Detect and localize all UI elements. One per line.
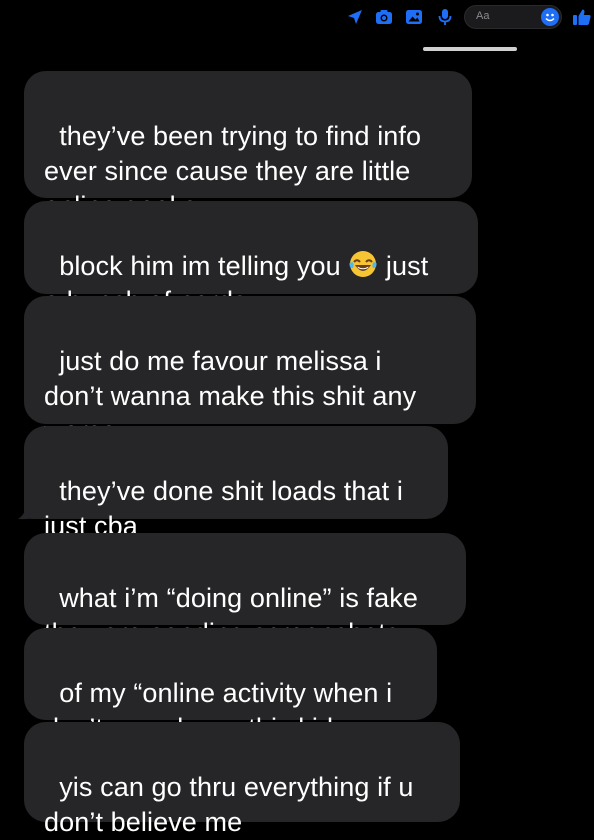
composer-toolbar: Aa: [0, 4, 594, 30]
emoji-icon[interactable]: [541, 8, 559, 26]
home-indicator: [423, 47, 517, 51]
bubble-tail: [18, 494, 42, 520]
message-bubble: they’ve been trying to find info ever si…: [24, 71, 472, 221]
message-input-placeholder: Aa: [476, 10, 490, 22]
message-bubble: yis can go thru everything if u don’t be…: [24, 722, 460, 837]
location-arrow-icon[interactable]: [345, 7, 365, 27]
microphone-icon[interactable]: [435, 7, 455, 27]
message-bubble: block him im telling you just a bunch of…: [24, 201, 478, 316]
message-text: they’ve done shit loads that i just cba: [44, 476, 403, 541]
message-text: block him im telling you: [59, 251, 349, 281]
message-text: yis can go thru everything if u don’t be…: [44, 772, 414, 837]
message-input[interactable]: Aa: [464, 5, 562, 29]
face-with-tears-of-joy-icon: [348, 249, 378, 279]
message-bubble: just do me favour melissa i don’t wanna …: [24, 296, 476, 446]
message-bubble: of my “online activity when i don’t even…: [24, 628, 437, 743]
camera-icon[interactable]: [374, 7, 394, 27]
photo-icon[interactable]: [404, 7, 424, 27]
message-bubble: what i’m “doing online” is fake they are…: [24, 533, 466, 648]
thumbs-up-icon[interactable]: [572, 7, 592, 27]
message-bubble: they’ve done shit loads that i just cba: [24, 426, 448, 541]
